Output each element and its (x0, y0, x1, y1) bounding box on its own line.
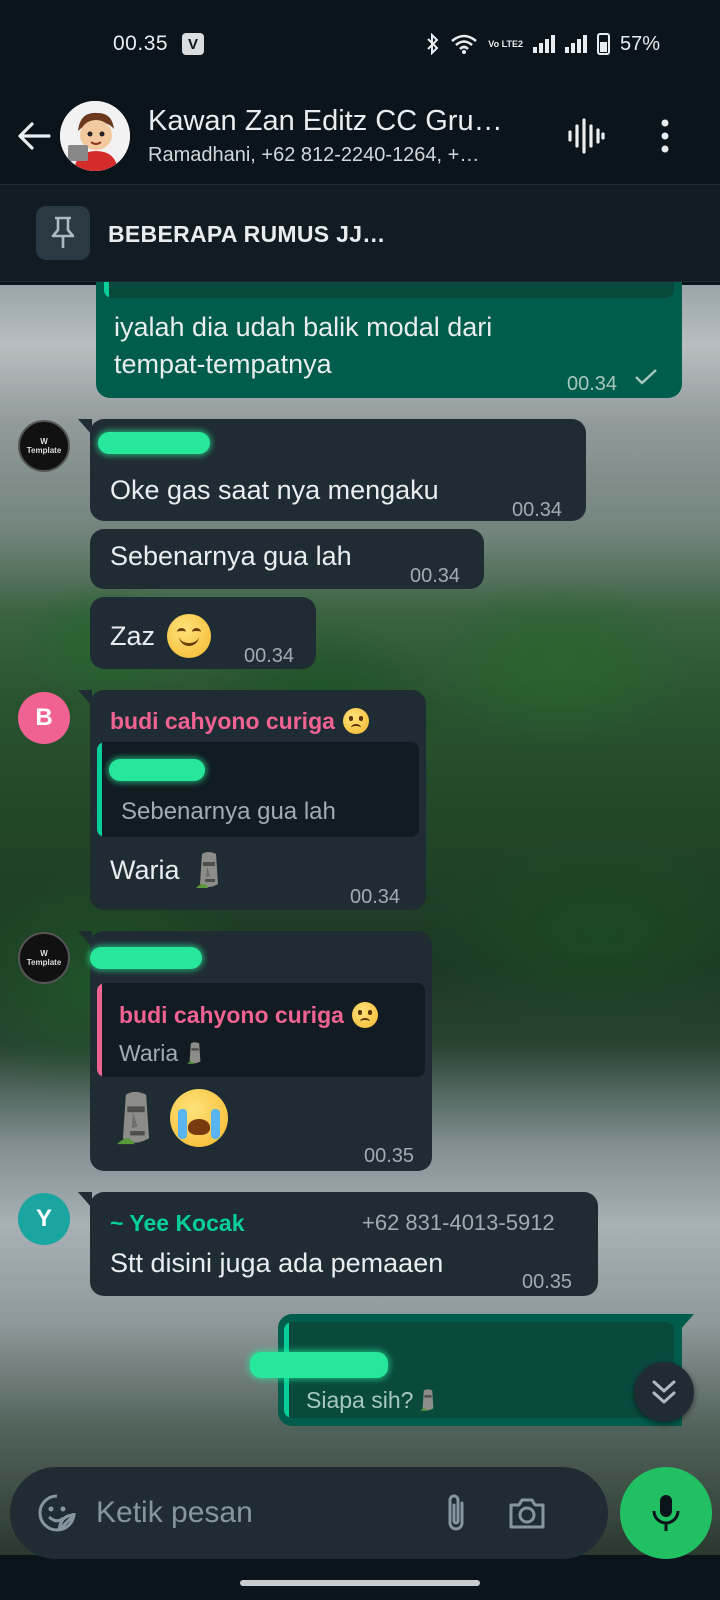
scroll-to-bottom-button[interactable] (634, 1362, 694, 1422)
message-time: 00.34 (567, 373, 618, 395)
status-icons: Vo LTE2 57% (426, 33, 660, 56)
sender-name[interactable]: ~ Yee Kocak (110, 1205, 245, 1241)
worried-face-emoji (351, 1002, 378, 1028)
attach-button[interactable] (434, 1488, 478, 1538)
message-composer (10, 1467, 608, 1559)
battery-percent: 57% (619, 32, 660, 55)
pin-icon-box (36, 206, 90, 260)
quote-text-content: Waria (119, 1040, 179, 1066)
sticker-button[interactable] (32, 1488, 82, 1538)
redacted-sender-name (98, 432, 210, 454)
voice-chat-icon (568, 118, 605, 154)
voice-message-button[interactable] (620, 1467, 712, 1559)
camera-icon (509, 1498, 545, 1529)
message-text: Stt disini juga ada pemaaen (110, 1248, 444, 1278)
cartoon-avatar-image (60, 101, 130, 171)
status-time: 00.35 (113, 32, 169, 55)
message-text: Waria (110, 850, 224, 890)
moai-emoji (420, 1389, 434, 1411)
volte-indicator: Vo LTE2 (488, 38, 523, 49)
incoming-message[interactable]: Oke gas saat nya mengaku 00.34 (78, 419, 586, 521)
signal-1-icon (532, 35, 555, 53)
message-time: 00.34 (244, 645, 295, 667)
message-text: Sebenarnya gua lah (110, 541, 352, 571)
incoming-message[interactable]: Sebenarnya gua lah 00.34 (90, 529, 484, 589)
smiling-face-emoji (167, 614, 212, 658)
group-avatar[interactable] (60, 101, 130, 171)
back-arrow-icon (18, 122, 51, 150)
chat-header: Kawan Zan Editz CC Gru… Ramadhani, +62 8… (0, 88, 720, 184)
battery-icon (596, 33, 610, 55)
incoming-message[interactable]: budi cahyono curiga Waria 00.35 (78, 931, 432, 1171)
chat-title-block[interactable]: Kawan Zan Editz CC Gru… Ramadhani, +62 8… (148, 105, 538, 167)
incoming-message[interactable]: Zaz 00.34 (90, 597, 316, 669)
message-text: Oke gas saat nya mengaku (110, 475, 439, 505)
message-time: 00.35 (522, 1271, 573, 1293)
message-text-line2: tempat-tempatnya (114, 349, 332, 379)
incoming-message[interactable]: budi cahyono curiga Sebenarnya gua lah W… (78, 690, 426, 910)
message-text: Zaz (110, 614, 212, 658)
sender-phone: +62 831-4013-5912 (362, 1210, 555, 1235)
sender-avatar-b[interactable]: B (18, 692, 70, 744)
attach-icon (448, 1494, 464, 1531)
chat-title: Kawan Zan Editz CC Gru… (148, 105, 503, 137)
message-input[interactable] (96, 1496, 426, 1530)
pinned-bar-overlay: BEBERAPA RUMUS JJ… (0, 184, 720, 282)
message-text-content: Zaz (110, 621, 156, 651)
status-bar: 00.35 V Vo LTE2 57% (0, 0, 720, 88)
more-options-button[interactable] (640, 106, 690, 166)
pinned-message-text: BEBERAPA RUMUS JJ… (108, 221, 386, 247)
quote-text: Waria (119, 1035, 204, 1071)
message-text-content: Waria (110, 855, 180, 885)
sender-name[interactable]: budi cahyono curiga (110, 703, 369, 739)
quoted-message[interactable]: Sebenarnya gua lah (97, 742, 419, 837)
quote-text: Siapa sih? (306, 1382, 437, 1418)
loudly-crying-face-emoji (170, 1089, 228, 1147)
back-button[interactable] (4, 106, 64, 166)
redacted-quote-sender (109, 759, 205, 781)
chat-participants: Ramadhani, +62 812-2240-1264, +… (148, 144, 480, 166)
emoji-only-message (114, 1089, 228, 1147)
quote-text: Sebenarnya gua lah (121, 798, 336, 825)
more-vert-icon (661, 119, 669, 153)
mic-icon (652, 1495, 680, 1531)
pin-icon (51, 216, 75, 248)
camera-button[interactable] (502, 1488, 552, 1538)
sender-avatar-y[interactable]: Y (18, 1193, 70, 1245)
home-indicator[interactable] (240, 1580, 480, 1586)
message-time: 00.34 (410, 565, 461, 587)
signal-2-icon (564, 35, 587, 53)
worried-face-emoji (342, 708, 369, 734)
app-notification-badge: V (182, 33, 205, 55)
message-time: 00.34 (512, 499, 563, 521)
moai-emoji (117, 1091, 150, 1145)
moai-emoji (187, 1042, 201, 1064)
double-chevron-down-icon (652, 1380, 676, 1404)
wifi-icon (451, 34, 478, 54)
sticker-icon (38, 1494, 76, 1532)
moai-emoji (195, 852, 218, 888)
incoming-message[interactable]: ~ Yee Kocak +62 831-4013-5912 Stt disini… (78, 1192, 598, 1296)
quote-sender: budi cahyono curiga (119, 997, 378, 1033)
sender-avatar[interactable]: W Template (18, 932, 70, 984)
voice-chat-button[interactable] (556, 106, 616, 166)
bluetooth-icon (427, 33, 439, 55)
message-text: iyalah dia udah balik modal dari (114, 312, 493, 342)
sender-avatar[interactable]: W Template (18, 420, 70, 472)
quote-text-content: Siapa sih? (306, 1387, 414, 1413)
redacted-quote-sender (250, 1352, 388, 1378)
quoted-message[interactable]: budi cahyono curiga Waria (97, 983, 425, 1077)
redacted-sender-name (90, 947, 202, 969)
message-time: 00.34 (350, 886, 401, 908)
quote-sender-text: budi cahyono curiga (119, 1002, 344, 1028)
check-icon (635, 369, 657, 385)
sender-name-text: budi cahyono curiga (110, 708, 335, 734)
message-time: 00.35 (364, 1145, 415, 1167)
